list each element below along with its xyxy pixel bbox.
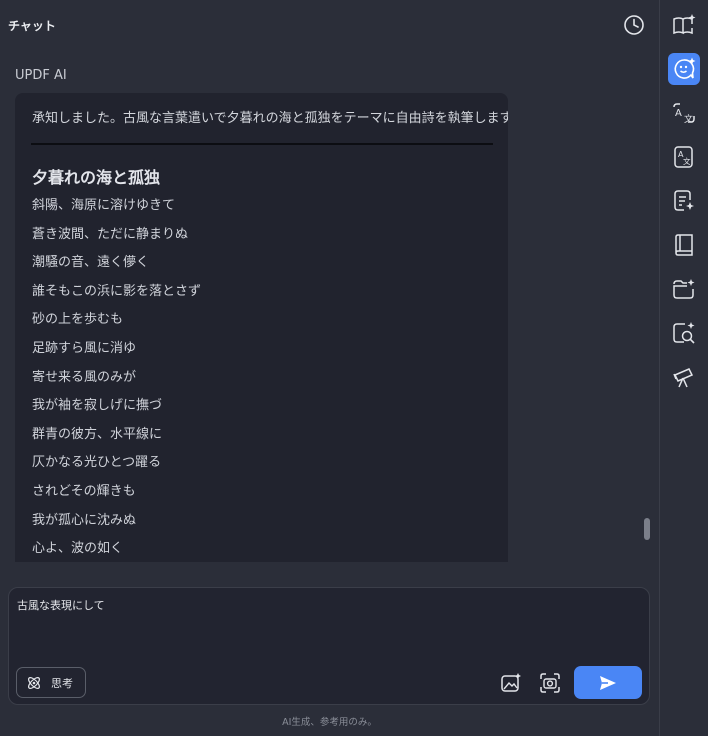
telescope-icon[interactable] (668, 361, 700, 393)
divider (31, 143, 493, 145)
book-sparkle-icon[interactable] (668, 9, 700, 41)
message-input[interactable]: 古風な表現にして (17, 597, 637, 657)
clock-icon[interactable] (623, 14, 645, 36)
poem-line: 我が袖を寂しげに撫づ (32, 398, 163, 414)
poem-line: されどその輝きも (32, 483, 136, 499)
poem-line: 心よ、波の如く (32, 541, 124, 557)
ai-chat-icon[interactable] (668, 53, 700, 85)
message-sender: UPDF AI (15, 68, 67, 83)
summary-icon[interactable] (668, 185, 700, 217)
message-intro: 承知しました。古風な言葉遣いで夕暮れの海と孤独をテーマに自由詩を執筆します。 (32, 111, 508, 126)
image-sparkle-icon[interactable] (499, 671, 523, 695)
translate-document-icon[interactable]: A 文 (668, 141, 700, 173)
chat-window: チャット UPDF AI 承知しました。古風な言葉遣いで夕暮れの海と孤独をテーマ… (0, 0, 708, 736)
translate-icon[interactable]: A 文 (668, 97, 700, 129)
folder-sparkle-icon[interactable] (668, 273, 700, 305)
poem-title: 夕暮れの海と孤独 (32, 168, 161, 187)
think-button[interactable]: 思考 (16, 667, 86, 698)
poem-line: 我が孤心に沈みぬ (32, 512, 137, 528)
chat-panel: チャット UPDF AI 承知しました。古風な言葉遣いで夕暮れの海と孤独をテーマ… (0, 0, 659, 736)
send-button[interactable] (574, 666, 642, 699)
chat-header: チャット (0, 0, 659, 50)
disclaimer: AI生成、参考用のみ。 (282, 717, 377, 728)
chat-scrollbar[interactable] (644, 518, 650, 540)
poem-line: 誰そもこの浜に影を落とさず (32, 283, 202, 299)
send-icon (599, 675, 617, 691)
ai-message: 承知しました。古風な言葉遣いで夕暮れの海と孤独をテーマに自由詩を執筆します。 夕… (15, 93, 508, 562)
svg-text:文: 文 (684, 113, 693, 125)
poem-line: 蒼き波間、ただに静まりぬ (32, 226, 189, 242)
poem-line: 群青の彼方、水平線に (32, 426, 163, 442)
poem-line: 斜陽、海原に溶けゆきて (32, 198, 176, 213)
camera-icon[interactable] (538, 671, 562, 695)
right-toolbar: A 文 A 文 (659, 0, 708, 736)
knowledge-base-icon[interactable] (668, 229, 700, 261)
poem-line: 潮騒の音、遠く儚く (32, 255, 150, 271)
poem-body: 斜陽、海原に溶けゆきて 蒼き波間、ただに静まりぬ 潮騒の音、遠く儚く 誰そもこの… (32, 196, 201, 562)
page-title: チャット (8, 19, 56, 33)
think-label: 思考 (51, 676, 73, 690)
poem-line: 仄かなる光ひとつ躍る (32, 455, 162, 471)
poem-line: 足跡すら風に消ゆ (32, 340, 137, 356)
message-composer: 古風な表現にして 思考 (8, 587, 650, 705)
search-sparkle-icon[interactable] (668, 317, 700, 349)
svg-text:文: 文 (683, 156, 691, 166)
poem-line: 砂の上を歩むも (32, 312, 124, 328)
atom-icon (26, 675, 42, 691)
poem-line: 寄せ来る風のみが (32, 369, 137, 385)
svg-text:A: A (675, 108, 682, 119)
